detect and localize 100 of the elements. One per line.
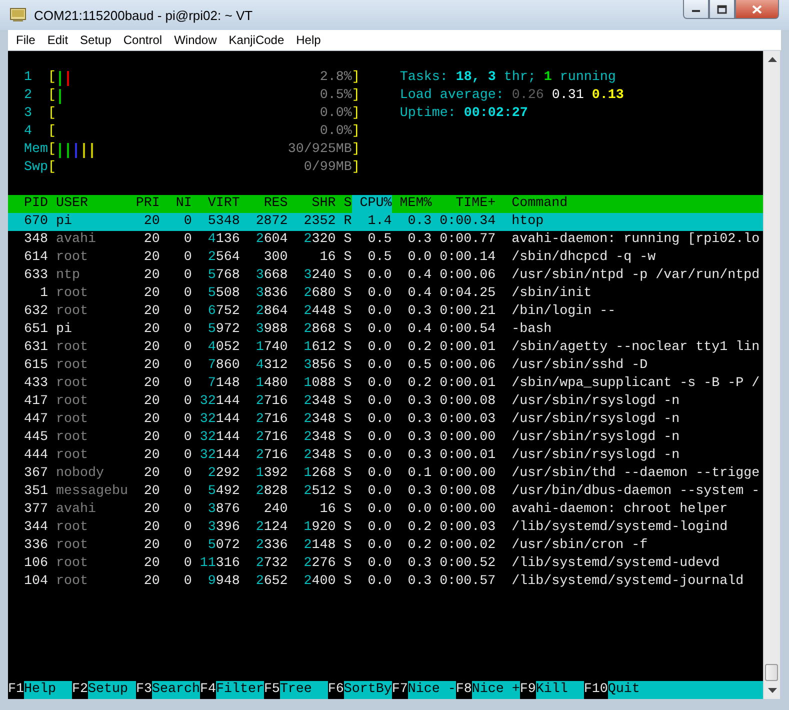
table-cell-text: 2348 [302, 393, 336, 411]
table-cell-text: S [342, 321, 352, 339]
menu-item[interactable]: Edit [43, 33, 72, 47]
table-cell-text: 348 [22, 231, 48, 249]
column-header[interactable]: SHR [288, 195, 336, 213]
process-row[interactable]: 615 root 20 0 7860 4312 3856 S 0.0 0.5 0:00.06 /usr/sbin/sshd -D [8, 357, 763, 375]
table-cell-text: 433 [22, 375, 48, 393]
table-cell-text: -bash [510, 321, 553, 339]
process-row[interactable]: 351 messagebu 20 0 5492 2828 2512 S 0.0 0.3 0:00.08 /usr/bin/dbus-daemon --system - [8, 483, 763, 501]
column-header[interactable]: PID [8, 195, 48, 213]
process-row[interactable]: 445 root 20 0 32144 2716 2348 S 0.0 0.3 0:00.00 /usr/sbin/rsyslogd -n [8, 429, 763, 447]
column-header[interactable]: VIRT [192, 195, 240, 213]
table-cell-text: 1392 [254, 465, 288, 483]
meter-bracket: [ [48, 159, 56, 177]
process-row[interactable]: 633 ntp 20 0 5768 3668 3240 S 0.0 0.4 0:00.06 /usr/sbin/ntpd -p /var/run/ntpd [8, 267, 763, 285]
column-header[interactable]: TIME+ [432, 195, 496, 213]
table-cell-text: 0:00.21 [438, 303, 496, 321]
table-cell-text: 5768 [206, 267, 240, 285]
process-row[interactable]: 417 root 20 0 32144 2716 2348 S 0.0 0.3 0:00.08 /usr/sbin/rsyslogd -n [8, 393, 763, 411]
column-header[interactable]: MEM% [392, 195, 432, 213]
table-cell-text: 3988 [254, 321, 288, 339]
process-row[interactable]: 670 pi 20 0 5348 2872 2352 R 1.4 0.3 0:00.34 htop [8, 213, 763, 231]
app-icon [10, 8, 26, 22]
process-row[interactable]: 336 root 20 0 5072 2336 2148 S 0.0 0.2 0:00.02 /usr/sbin/cron -f [8, 537, 763, 555]
table-cell-text: nobody [54, 465, 105, 483]
function-key-button[interactable]: F6SortBy [328, 681, 392, 699]
table-cell-text: avahi [54, 231, 97, 249]
column-header[interactable]: CPU% [352, 195, 392, 213]
column-header[interactable]: USER [48, 195, 128, 213]
process-row[interactable]: 632 root 20 0 6752 2864 2448 S 0.0 0.3 0:00.21 /bin/login -- [8, 303, 763, 321]
process-row[interactable]: 1 root 20 0 5508 3836 2680 S 0.0 0.4 0:04.25 /sbin/init [8, 285, 763, 303]
scrollbar[interactable] [763, 51, 780, 699]
process-row[interactable]: 444 root 20 0 32144 2716 2348 S 0.0 0.3 0:00.01 /usr/sbin/rsyslogd -n [8, 447, 763, 465]
table-cell-text: 3396 [206, 519, 240, 537]
close-button[interactable] [735, 0, 779, 19]
table-cell-text: 2652 [254, 573, 288, 591]
scroll-down-icon[interactable] [768, 688, 776, 693]
process-row[interactable]: 348 avahi 20 0 4136 2604 2320 S 0.5 0.3 0:00.77 avahi-daemon: running [rpi02.lo [8, 231, 763, 249]
function-key-button[interactable]: F5Tree [264, 681, 328, 699]
table-cell-text: 0.3 [406, 231, 432, 249]
table-cell-text: 0 [182, 393, 192, 411]
process-row[interactable]: 433 root 20 0 7148 1480 1088 S 0.0 0.2 0:00.01 /sbin/wpa_supplicant -s -B -P / [8, 375, 763, 393]
process-row[interactable]: 614 root 20 0 2564 300 16 S 0.5 0.0 0:00.14 /sbin/dhcpcd -q -w [8, 249, 763, 267]
table-cell-text: 0.4 [406, 285, 432, 303]
meter-label: 3 [24, 105, 33, 123]
table-cell-text: 0 [182, 231, 192, 249]
summary-line: Tasks: 18, 3 thr; 1 running [400, 69, 617, 87]
function-key-button[interactable]: F4Filter [200, 681, 264, 699]
table-cell-text: 0 [182, 411, 192, 429]
table-cell-text: 614 [22, 249, 48, 267]
process-row[interactable]: 106 root 20 0 11316 2732 2276 S 0.0 0.3 0:00.52 /lib/systemd/systemd-udevd [8, 555, 763, 573]
process-row[interactable]: 104 root 20 0 9948 2652 2400 S 0.0 0.3 0:00.57 /lib/systemd/systemd-journald [8, 573, 763, 591]
minimize-button[interactable] [683, 0, 709, 19]
column-header[interactable]: RES [240, 195, 288, 213]
menu-item[interactable]: Window [170, 33, 221, 47]
function-key-button[interactable]: F10Quit [584, 681, 763, 699]
table-cell-text: 3876 [206, 501, 240, 519]
table-cell-text: 0:00.01 [438, 339, 496, 357]
table-cell-text: 0.0 [366, 537, 392, 555]
column-header[interactable]: PRI [128, 195, 160, 213]
function-key-button[interactable]: F2Setup [72, 681, 136, 699]
function-key-button[interactable]: F3Search [136, 681, 200, 699]
table-cell-text: 1740 [254, 339, 288, 357]
table-cell-text: 2348 [302, 429, 336, 447]
menu-item[interactable]: Help [292, 33, 325, 47]
table-cell-text: 3668 [254, 267, 288, 285]
column-header[interactable]: S [336, 195, 352, 213]
table-cell-text: /lib/systemd/systemd-logind [510, 519, 729, 537]
table-cell-text: 0.0 [366, 357, 392, 375]
menu-item[interactable]: Setup [76, 33, 116, 47]
table-cell-text: 0:04.25 [438, 285, 496, 303]
process-row[interactable]: 344 root 20 0 3396 2124 1920 S 0.0 0.2 0:00.03 /lib/systemd/systemd-logind [8, 519, 763, 537]
process-row[interactable]: 367 nobody 20 0 2292 1392 1268 S 0.0 0.1 0:00.00 /usr/sbin/thd --daemon --trigge [8, 465, 763, 483]
table-cell-text: 104 [22, 573, 48, 591]
menu-item[interactable]: Control [119, 33, 166, 47]
table-cell-text: /usr/sbin/sshd -D [510, 357, 649, 375]
column-header[interactable]: Command [496, 195, 763, 213]
process-row[interactable]: 631 root 20 0 4052 1740 1612 S 0.0 0.2 0:00.01 /sbin/agetty --noclear tty1 lin [8, 339, 763, 357]
table-cell-text: 4052 [206, 339, 240, 357]
table-cell-text: 0 [182, 249, 192, 267]
menu-item[interactable]: KanjiCode [224, 33, 288, 47]
function-key-button[interactable]: F1Help [8, 681, 72, 699]
column-header[interactable]: NI [160, 195, 192, 213]
process-row[interactable]: 377 avahi 20 0 3876 240 16 S 0.0 0.0 0:00.00 avahi-daemon: chroot helper [8, 501, 763, 519]
menu-item[interactable]: File [12, 33, 40, 47]
scroll-up-icon[interactable] [768, 57, 776, 62]
table-cell-text: 0.3 [406, 411, 432, 429]
function-key-button[interactable]: F8Nice + [456, 681, 520, 699]
function-key-button[interactable]: F7Nice - [392, 681, 456, 699]
process-row[interactable]: 651 pi 20 0 5972 3988 2868 S 0.0 0.4 0:00.54 -bash [8, 321, 763, 339]
meter-label: Swp [24, 159, 48, 177]
table-cell-text: 0.2 [406, 339, 432, 357]
table-cell-text: 1.4 [366, 213, 392, 231]
table-cell-text: 4312 [254, 357, 288, 375]
table-cell-text: 0.3 [406, 393, 432, 411]
scrollbar-thumb[interactable] [765, 664, 778, 681]
process-row[interactable]: 447 root 20 0 32144 2716 2348 S 0.0 0.3 0:00.03 /usr/sbin/rsyslogd -n [8, 411, 763, 429]
function-key-button[interactable]: F9Kill [520, 681, 584, 699]
table-cell-text: 0:00.06 [438, 267, 496, 285]
maximize-button[interactable] [709, 0, 735, 19]
